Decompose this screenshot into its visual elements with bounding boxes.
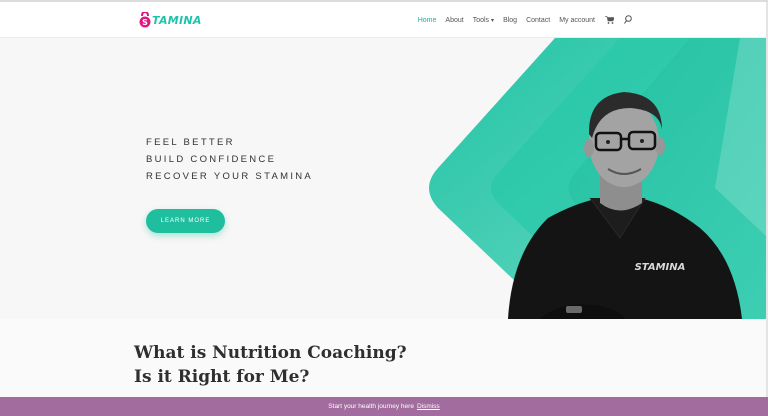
kettlebell-logo-icon: S	[139, 12, 151, 28]
main-nav: Home About Tools ▾ Blog Contact My accoun…	[409, 15, 632, 26]
nav-item-about[interactable]: About	[445, 17, 463, 24]
cart-icon[interactable]	[605, 15, 615, 26]
nav-item-contact[interactable]: Contact	[526, 17, 550, 24]
nutrition-coaching-section: What is Nutrition Coaching? Is it Right …	[0, 319, 768, 397]
tagline-2: BUILD CONFIDENCE	[146, 154, 277, 165]
section-title-line-2: Is it Right for Me?	[134, 367, 310, 387]
tagline-1: FEEL BETTER	[146, 137, 235, 148]
logo-letter: S	[142, 18, 148, 27]
nav-item-home[interactable]: Home	[418, 17, 437, 24]
logo-text: TAMINA	[152, 13, 202, 27]
shirt-logo-text: STAMINA	[635, 262, 686, 273]
nav-item-tools[interactable]: Tools ▾	[473, 17, 494, 24]
tagline-3: RECOVER YOUR STAMINA	[146, 171, 314, 182]
nav-item-blog[interactable]: Blog	[503, 17, 517, 24]
hero-taglines: FEEL BETTER BUILD CONFIDENCE RECOVER YOU…	[146, 134, 313, 185]
nav-item-my-account[interactable]: My account	[559, 17, 595, 24]
nav-item-tools-label: Tools	[472, 17, 490, 24]
learn-more-button[interactable]: LEARN MORE	[146, 209, 225, 233]
hero-graphic: STAMINA	[429, 38, 768, 319]
search-icon[interactable]	[624, 15, 632, 26]
hero-section: STAMINA FEEL BETTER BUILD CONFIDENCE REC…	[0, 38, 768, 319]
dismiss-link[interactable]: Dismiss	[417, 403, 440, 410]
banner-text: Start your health journey here	[328, 403, 414, 410]
chevron-down-icon: ▾	[491, 18, 495, 24]
notice-banner: Start your health journey here Dismiss	[0, 397, 768, 416]
site-header: S TAMINA Home About Tools ▾ Blog Contact …	[0, 2, 768, 38]
section-title: What is Nutrition Coaching? Is it Right …	[134, 341, 407, 389]
section-title-line-1: What is Nutrition Coaching?	[134, 343, 407, 363]
site-logo[interactable]: S TAMINA	[139, 10, 202, 30]
